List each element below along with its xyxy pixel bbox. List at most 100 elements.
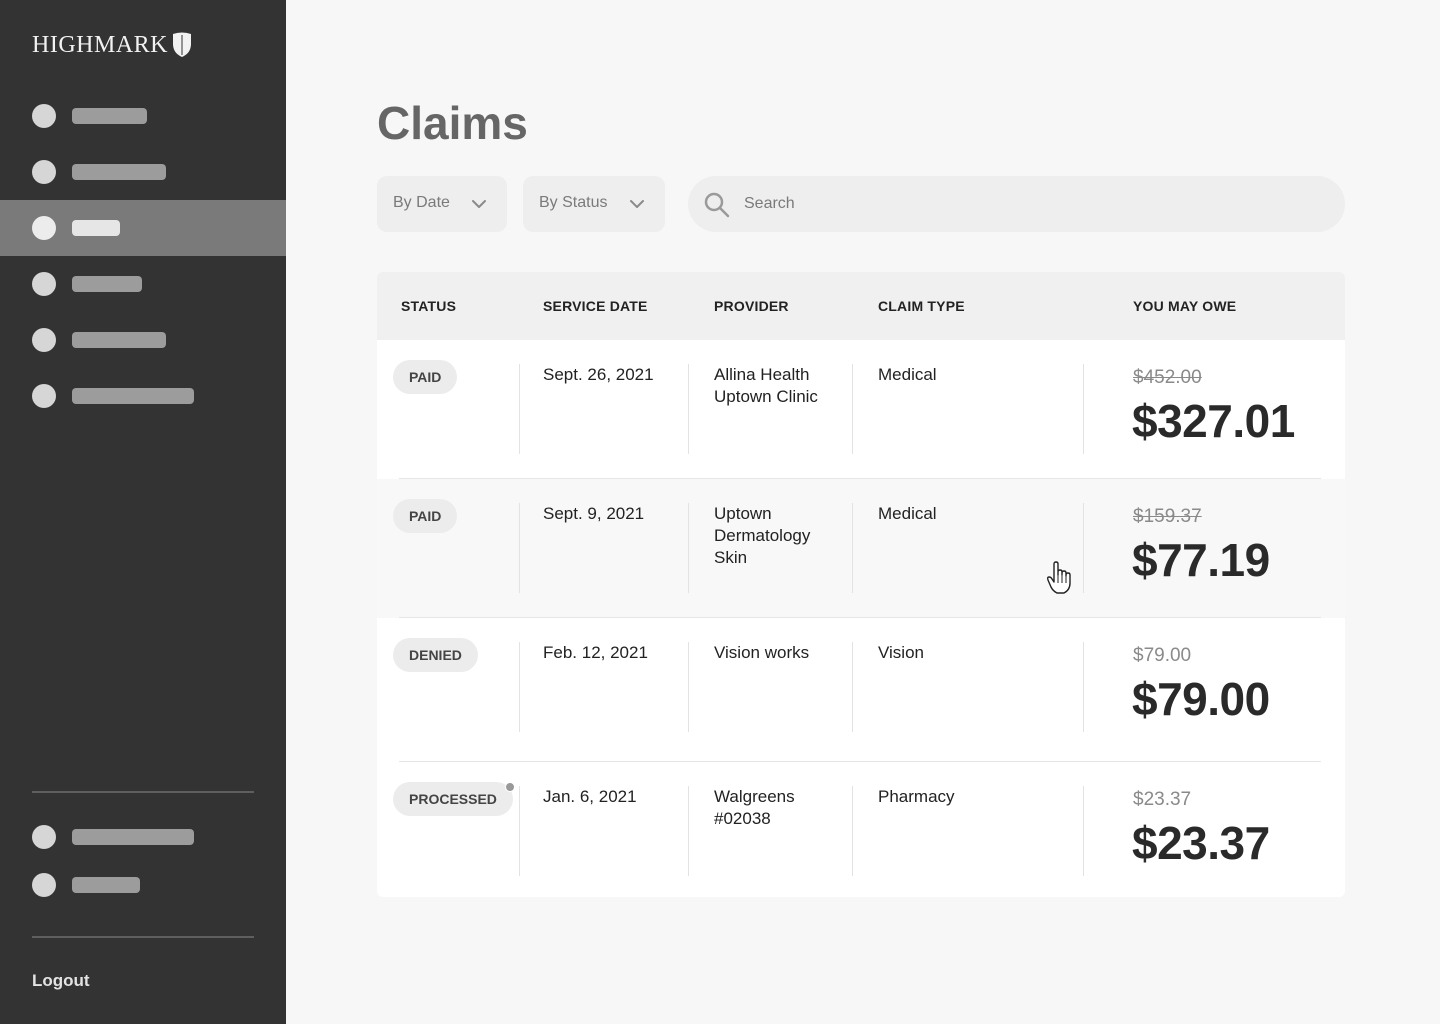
provider-line: Uptown Clinic bbox=[714, 387, 818, 406]
status-badge-label: PROCESSED bbox=[409, 791, 497, 807]
nav-icon bbox=[32, 825, 56, 849]
column-header-you-may-owe[interactable]: YOU MAY OWE bbox=[1133, 298, 1236, 314]
date-filter-dropdown[interactable]: By Date bbox=[377, 176, 507, 232]
provider-name: Uptown Dermatology Skin bbox=[714, 503, 810, 569]
nav-label-placeholder bbox=[72, 164, 166, 180]
provider-name: Walgreens #02038 bbox=[714, 786, 795, 830]
nav-icon bbox=[32, 384, 56, 408]
service-date: Sept. 26, 2021 bbox=[543, 365, 654, 384]
table-row[interactable]: DENIED Feb. 12, 2021 Vision works Vision… bbox=[377, 618, 1345, 762]
column-header-status[interactable]: STATUS bbox=[401, 298, 456, 314]
claim-type: Pharmacy bbox=[878, 787, 955, 806]
nav-label-placeholder bbox=[72, 829, 194, 845]
sidebar-item-6[interactable] bbox=[0, 368, 286, 424]
date-filter-label: By Date bbox=[393, 194, 450, 211]
search-input[interactable] bbox=[744, 190, 1304, 218]
nav-icon bbox=[32, 272, 56, 296]
nav-label-placeholder bbox=[72, 332, 166, 348]
amount-owed: $77.19 bbox=[1132, 534, 1270, 586]
notification-dot-icon bbox=[504, 782, 515, 792]
column-divider bbox=[519, 786, 520, 876]
sidebar-item-4[interactable] bbox=[0, 256, 286, 312]
column-divider bbox=[519, 642, 520, 732]
column-divider bbox=[1083, 364, 1084, 454]
column-divider bbox=[852, 364, 853, 454]
highmark-logo[interactable]: HIGHMARK bbox=[32, 30, 192, 60]
table-row[interactable]: PAID Sept. 9, 2021 Uptown Dermatology Sk… bbox=[377, 479, 1345, 618]
status-badge: PAID bbox=[393, 360, 458, 394]
column-divider bbox=[1083, 642, 1084, 732]
nav-icon bbox=[32, 160, 56, 184]
column-divider bbox=[1083, 786, 1084, 876]
chevron-down-icon bbox=[472, 200, 486, 208]
column-header-provider[interactable]: PROVIDER bbox=[714, 298, 789, 314]
page-title: Claims bbox=[377, 97, 528, 149]
amount-owed: $79.00 bbox=[1132, 673, 1270, 725]
sidebar-item-5[interactable] bbox=[0, 312, 286, 368]
search-bar bbox=[688, 176, 1345, 232]
nav-icon bbox=[32, 104, 56, 128]
provider-line: Dermatology bbox=[714, 526, 811, 545]
status-filter-label: By Status bbox=[539, 194, 608, 211]
column-header-claim-type[interactable]: CLAIM TYPE bbox=[878, 298, 965, 314]
column-divider bbox=[688, 364, 689, 454]
chevron-down-icon bbox=[630, 200, 644, 208]
shield-icon bbox=[173, 32, 191, 57]
status-badge: PROCESSED bbox=[393, 782, 515, 816]
claim-type: Medical bbox=[878, 504, 937, 523]
claims-table: STATUS SERVICE DATE PROVIDER CLAIM TYPE … bbox=[377, 272, 1345, 897]
service-date: Sept. 9, 2021 bbox=[543, 504, 645, 523]
provider-line: Allina Health bbox=[714, 365, 810, 384]
search-icon bbox=[704, 192, 730, 218]
logout-link[interactable]: Logout bbox=[32, 971, 90, 991]
sidebar-divider bbox=[32, 936, 254, 938]
original-amount: $159.37 bbox=[1133, 506, 1202, 527]
sidebar-item-2[interactable] bbox=[0, 144, 286, 200]
column-divider bbox=[1083, 503, 1084, 593]
claim-type: Vision bbox=[878, 643, 924, 662]
column-divider bbox=[688, 503, 689, 593]
hand-cursor-icon bbox=[1046, 561, 1071, 594]
table-row[interactable]: PAID Sept. 26, 2021 Allina Health Uptown… bbox=[377, 340, 1345, 479]
nav-label-placeholder bbox=[72, 220, 120, 236]
status-badge: PAID bbox=[393, 499, 458, 533]
nav-label-placeholder bbox=[72, 877, 140, 893]
nav-icon bbox=[32, 216, 56, 240]
sidebar-item-1[interactable] bbox=[0, 88, 286, 144]
status-filter-dropdown[interactable]: By Status bbox=[523, 176, 665, 232]
table-row[interactable]: PROCESSED Jan. 6, 2021 Walgreens #02038 … bbox=[377, 762, 1345, 897]
provider-name: Allina Health Uptown Clinic bbox=[714, 364, 818, 408]
column-divider bbox=[519, 364, 520, 454]
column-divider bbox=[852, 786, 853, 876]
table-header: STATUS SERVICE DATE PROVIDER CLAIM TYPE … bbox=[377, 272, 1345, 340]
column-divider bbox=[852, 503, 853, 593]
nav-icon bbox=[32, 873, 56, 897]
amount-owed: $327.01 bbox=[1132, 395, 1295, 447]
column-header-service-date[interactable]: SERVICE DATE bbox=[543, 298, 648, 314]
claim-type: Medical bbox=[878, 365, 937, 384]
sidebar-item-3-active[interactable] bbox=[0, 200, 286, 256]
column-divider bbox=[688, 786, 689, 876]
service-date: Jan. 6, 2021 bbox=[543, 787, 637, 806]
nav-label-placeholder bbox=[72, 276, 142, 292]
provider-line: Skin bbox=[714, 548, 748, 567]
amount-owed: $23.37 bbox=[1132, 817, 1270, 869]
sidebar-footer-item-2[interactable] bbox=[0, 857, 286, 913]
provider-line: Vision works bbox=[714, 643, 810, 662]
logo-text: HIGHMARK bbox=[32, 31, 168, 58]
provider-line: #02038 bbox=[714, 809, 771, 828]
sidebar: HIGHMARK Logout bbox=[0, 0, 286, 1024]
column-divider bbox=[852, 642, 853, 732]
nav-label-placeholder bbox=[72, 108, 147, 124]
nav-label-placeholder bbox=[72, 388, 194, 404]
provider-line: Walgreens bbox=[714, 787, 795, 806]
nav-icon bbox=[32, 328, 56, 352]
column-divider bbox=[688, 642, 689, 732]
original-amount: $79.00 bbox=[1133, 645, 1192, 666]
sidebar-divider bbox=[32, 791, 254, 793]
original-amount: $452.00 bbox=[1133, 367, 1202, 388]
provider-line: Uptown bbox=[714, 504, 772, 523]
provider-name: Vision works bbox=[714, 642, 809, 664]
service-date: Feb. 12, 2021 bbox=[543, 643, 648, 662]
original-amount: $23.37 bbox=[1133, 789, 1192, 810]
